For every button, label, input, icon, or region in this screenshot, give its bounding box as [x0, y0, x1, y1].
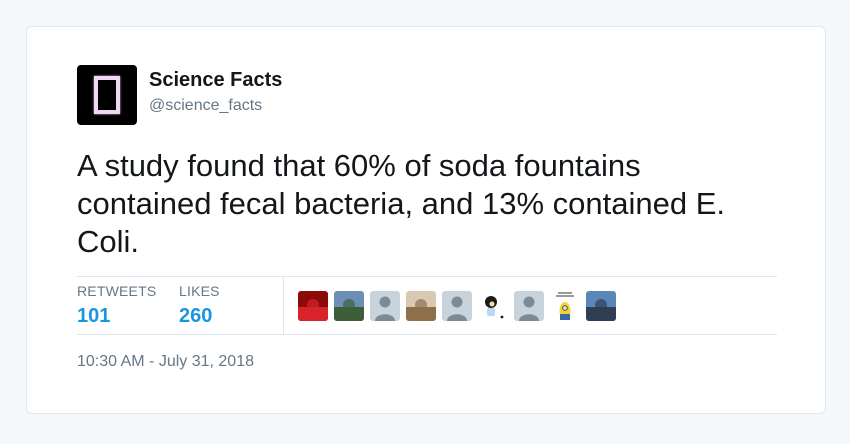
stats-divider-bottom — [77, 334, 777, 335]
retweets-count[interactable]: 101 — [77, 305, 156, 328]
liker-avatar[interactable] — [334, 291, 364, 321]
liker-avatar[interactable] — [478, 291, 508, 321]
author-display-name[interactable]: Science Facts — [149, 69, 282, 92]
liker-avatar[interactable] — [514, 291, 544, 321]
tweet-timestamp[interactable]: 10:30 AM - July 31, 2018 — [77, 353, 254, 371]
liker-avatar[interactable] — [586, 291, 616, 321]
liker-avatar[interactable] — [298, 291, 328, 321]
liker-avatar[interactable] — [442, 291, 472, 321]
stats-vertical-divider — [283, 277, 284, 334]
liker-avatar[interactable] — [370, 291, 400, 321]
tweet-text: A study found that 60% of soda fountains… — [77, 148, 726, 259]
likes-stat[interactable]: LIKES 260 — [179, 283, 220, 328]
likes-count[interactable]: 260 — [179, 305, 220, 328]
retweets-stat[interactable]: RETWEETS 101 — [77, 283, 156, 328]
author-handle[interactable]: @science_facts — [149, 97, 262, 115]
author-avatar[interactable] — [77, 65, 137, 125]
tweet-card: Science Facts @science_facts A study fou… — [26, 26, 826, 414]
liker-avatar[interactable] — [550, 291, 580, 321]
retweets-label: RETWEETS — [77, 283, 157, 299]
stats-divider-top — [77, 276, 777, 277]
likes-label: LIKES — [179, 283, 220, 299]
framed-rectangle-logo-icon — [94, 76, 120, 114]
liker-avatar[interactable] — [406, 291, 436, 321]
